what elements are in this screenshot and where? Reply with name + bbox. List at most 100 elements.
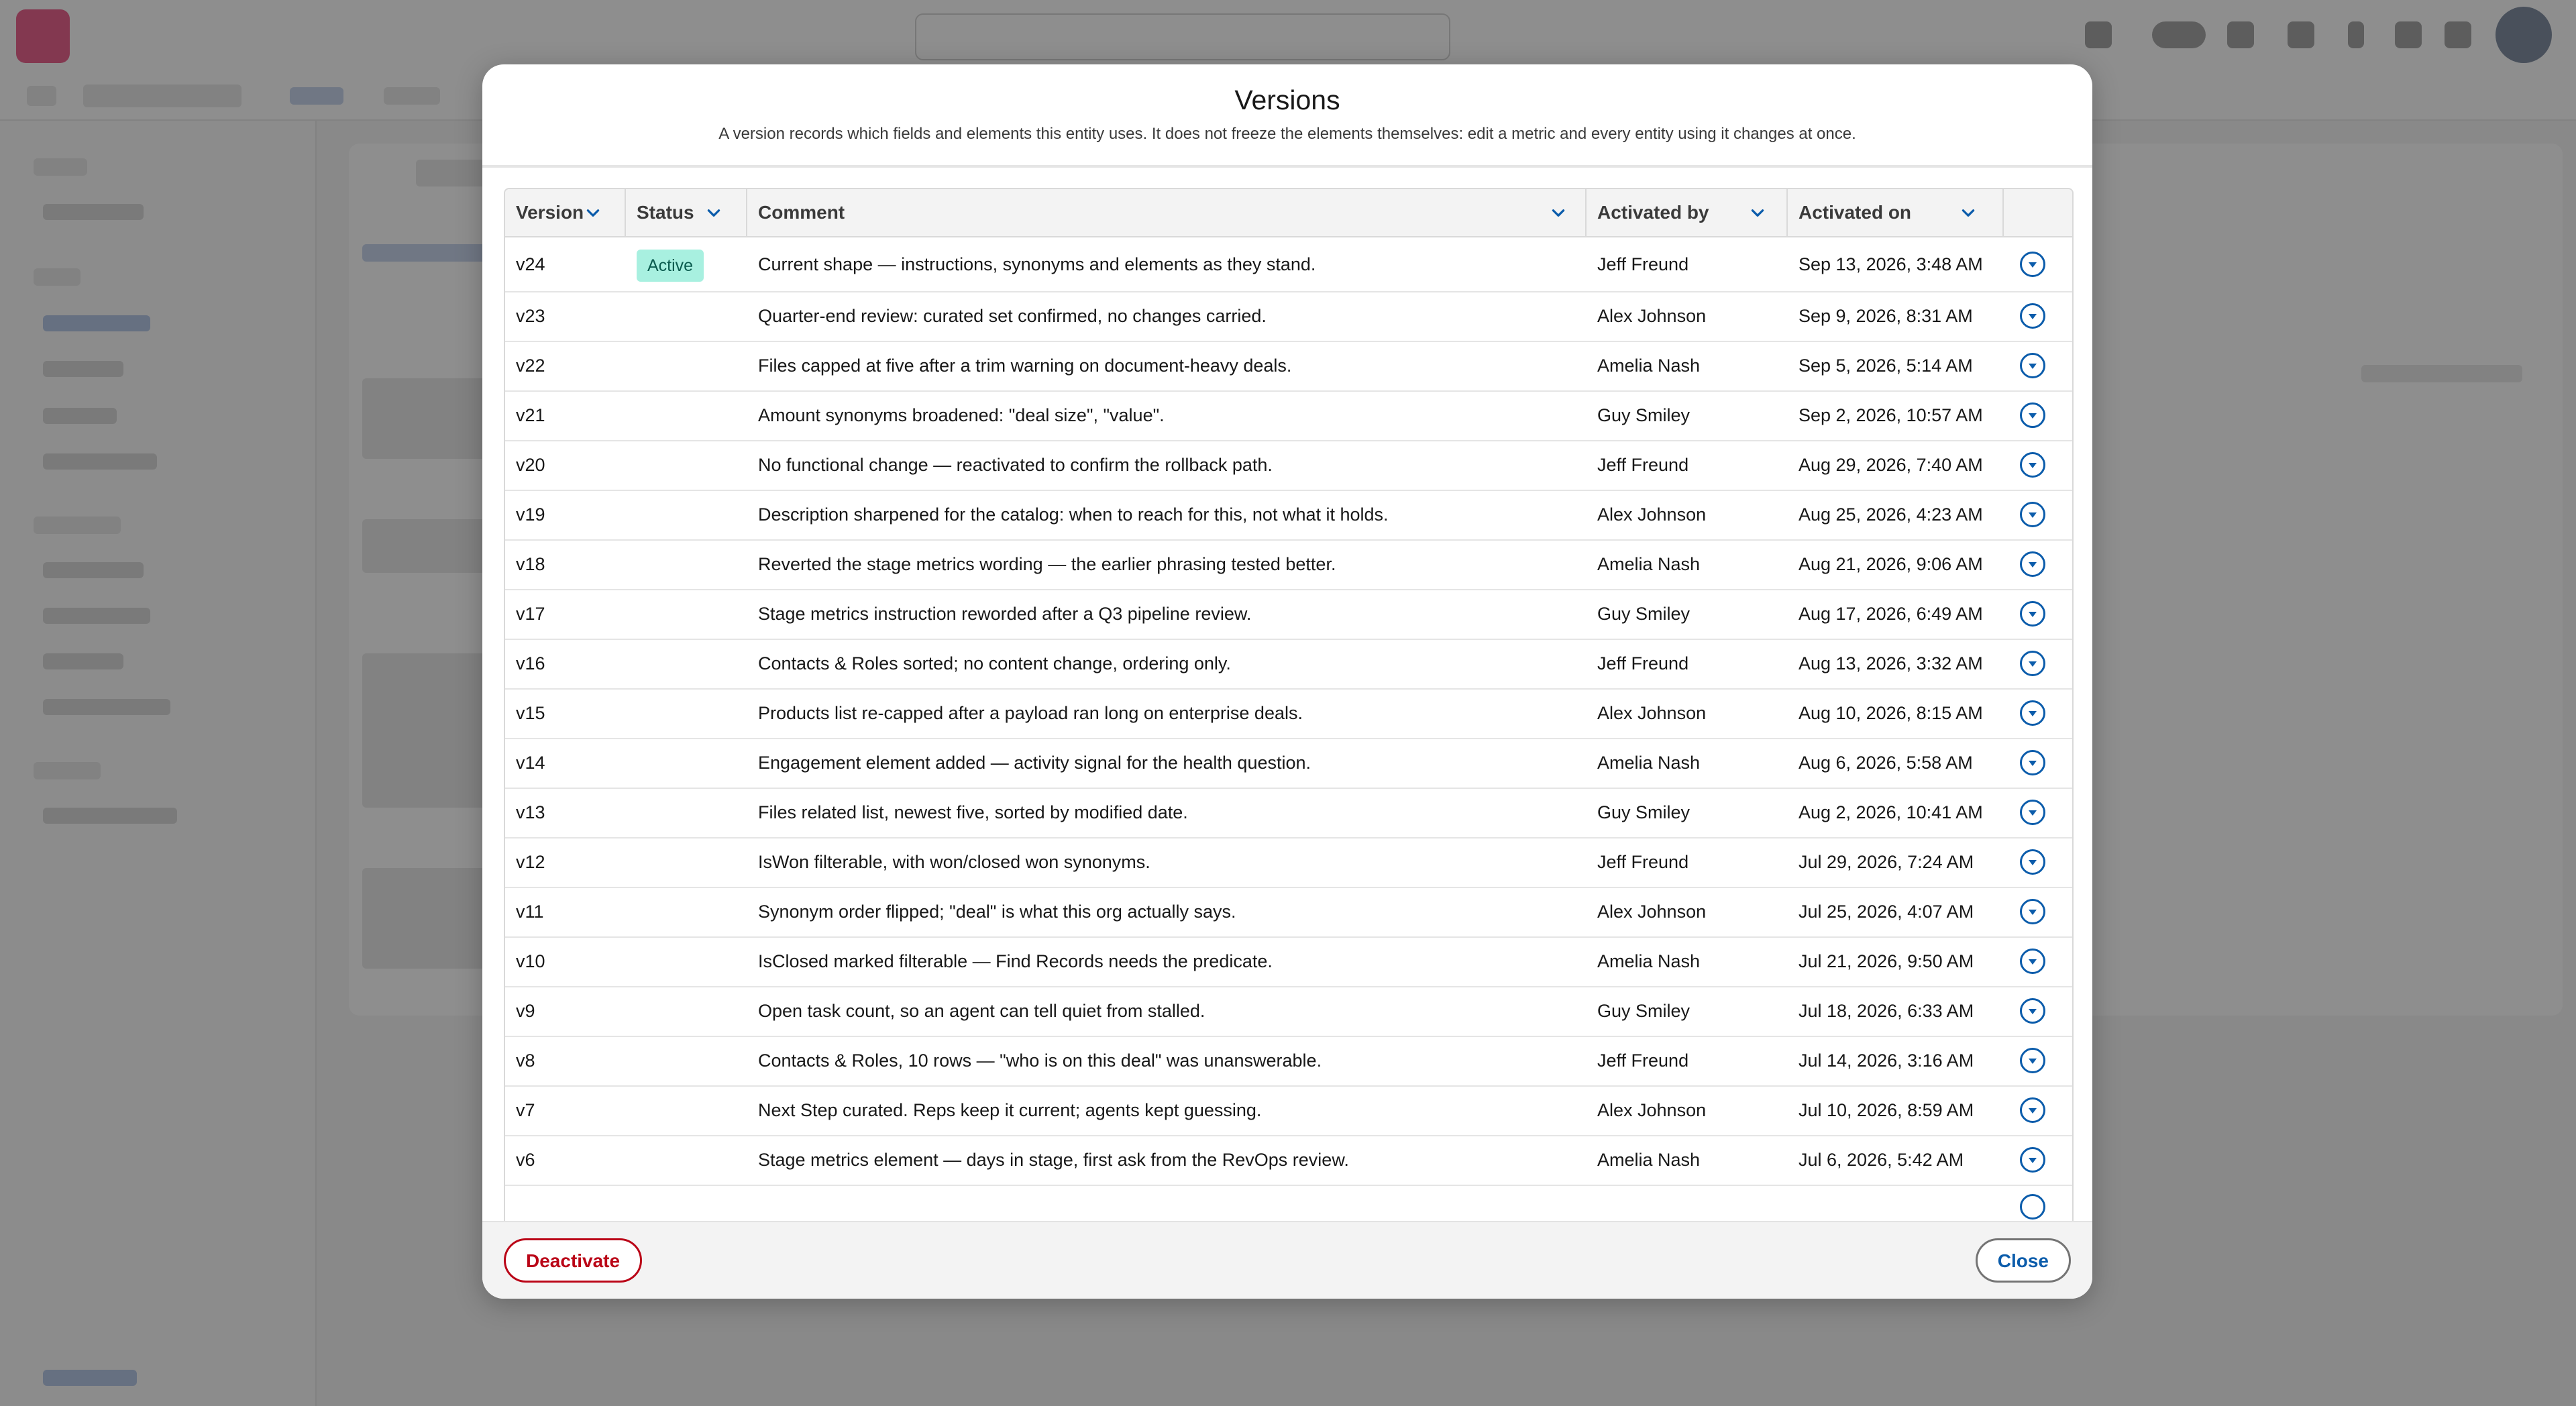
table-row: v19 Description sharpened for the catalog… <box>505 490 2072 541</box>
modal-footer: Deactivate Close <box>482 1221 2092 1299</box>
activated-by-cell: Guy Smiley <box>1597 802 1690 822</box>
activated-on-cell: Jul 10, 2026, 8:59 AM <box>1799 1100 1974 1120</box>
table-row: v18 Reverted the stage metrics wording — … <box>505 539 2072 590</box>
table-body: v24 Active Current shape — instructions, s… <box>505 237 2072 1262</box>
row-actions-button[interactable] <box>2020 700 2045 726</box>
activated-on-cell: Aug 10, 2026, 8:15 AM <box>1799 703 1983 723</box>
activated-on-cell: Sep 9, 2026, 8:31 AM <box>1799 306 1973 326</box>
activated-by-cell: Alex Johnson <box>1597 504 1707 525</box>
status-badge: Active <box>637 249 704 282</box>
comment-cell: Stage metrics instruction reworded after… <box>758 604 1252 624</box>
version-cell: v8 <box>516 1050 535 1071</box>
comment-cell: Reverted the stage metrics wording — the… <box>758 554 1336 574</box>
row-actions-button[interactable] <box>2020 551 2045 577</box>
activated-on-cell: Sep 2, 2026, 10:57 AM <box>1799 405 1983 425</box>
row-actions-dropdown-icon <box>2029 1108 2037 1114</box>
status-cell <box>637 390 751 440</box>
row-actions-cell <box>2013 490 2056 539</box>
modal-header: Versions A version records which fields … <box>482 64 2092 168</box>
chevron-down-icon[interactable] <box>584 204 602 221</box>
comment-cell: Engagement element added — activity sign… <box>758 753 1311 773</box>
row-actions-button[interactable] <box>2020 252 2045 277</box>
table-row: v15 Products list re-capped after a paylo… <box>505 688 2072 739</box>
column-header-label: Status <box>637 202 694 223</box>
row-actions-cell <box>2013 639 2056 688</box>
activated-on-cell: Sep 13, 2026, 3:48 AM <box>1799 254 1983 274</box>
status-cell <box>637 1085 751 1135</box>
activated-by-cell: Alex Johnson <box>1597 306 1707 326</box>
version-cell: v13 <box>516 802 545 822</box>
row-actions-dropdown-icon <box>2029 314 2037 319</box>
row-actions-button[interactable] <box>2020 1194 2045 1220</box>
comment-cell: Open task count, so an agent can tell qu… <box>758 1001 1205 1021</box>
row-actions-button[interactable] <box>2020 849 2045 875</box>
version-cell: v20 <box>516 455 545 475</box>
row-actions-button[interactable] <box>2020 1147 2045 1173</box>
row-actions-button[interactable] <box>2020 899 2045 924</box>
activated-on-cell: Jul 29, 2026, 7:24 AM <box>1799 852 1974 872</box>
row-actions-cell <box>2013 788 2056 837</box>
row-actions-button[interactable] <box>2020 651 2045 676</box>
comment-cell: Contacts & Roles, 10 rows — "who is on t… <box>758 1050 1322 1071</box>
status-cell <box>637 1135 751 1185</box>
row-actions-cell <box>2013 291 2056 341</box>
row-actions-button[interactable] <box>2020 800 2045 825</box>
deactivate-button[interactable]: Deactivate <box>504 1238 643 1283</box>
row-actions-dropdown-icon <box>2029 810 2037 816</box>
column-header-activated-by[interactable]: Activated by <box>1587 189 1788 236</box>
status-cell <box>637 341 751 390</box>
activated-by-cell: Amelia Nash <box>1597 1150 1701 1170</box>
activated-on-cell: Aug 2, 2026, 10:41 AM <box>1799 802 1983 822</box>
version-cell: v19 <box>516 504 545 525</box>
activated-by-cell: Amelia Nash <box>1597 951 1701 971</box>
close-button[interactable]: Close <box>1975 1238 2071 1283</box>
version-cell: v24 <box>516 254 545 274</box>
status-cell <box>637 738 751 788</box>
version-cell: v23 <box>516 306 545 326</box>
column-header-comment[interactable]: Comment <box>747 189 1587 236</box>
table-row: v8 Contacts & Roles, 10 rows — "who is on… <box>505 1036 2072 1087</box>
table-row: v9 Open task count, so an agent can tell … <box>505 986 2072 1037</box>
row-actions-button[interactable] <box>2020 1097 2045 1123</box>
row-actions-button[interactable] <box>2020 452 2045 478</box>
chevron-down-icon[interactable] <box>1960 204 1977 221</box>
activated-by-cell: Jeff Freund <box>1597 653 1689 673</box>
comment-cell: Files capped at five after a trim warnin… <box>758 356 1292 376</box>
row-actions-button[interactable] <box>2020 402 2045 428</box>
table-row: v24 Active Current shape — instructions, s… <box>505 237 2072 292</box>
row-actions-dropdown-icon <box>2029 860 2037 865</box>
activated-on-cell: Aug 29, 2026, 7:40 AM <box>1799 455 1983 475</box>
column-header-version[interactable]: Version <box>505 189 626 236</box>
chevron-down-icon[interactable] <box>1550 204 1567 221</box>
status-cell <box>637 788 751 837</box>
comment-cell: No functional change — reactivated to co… <box>758 455 1273 475</box>
row-actions-button[interactable] <box>2020 502 2045 527</box>
row-actions-dropdown-icon <box>2029 910 2037 915</box>
activated-by-cell: Amelia Nash <box>1597 753 1701 773</box>
row-actions-dropdown-icon <box>2029 1158 2037 1163</box>
row-actions-dropdown-icon <box>2029 1059 2037 1064</box>
row-actions-cell <box>2013 1135 2056 1185</box>
row-actions-button[interactable] <box>2020 353 2045 378</box>
status-cell <box>637 639 751 688</box>
chevron-down-icon[interactable] <box>1749 204 1766 221</box>
row-actions-button[interactable] <box>2020 750 2045 775</box>
comment-cell: Next Step curated. Reps keep it current;… <box>758 1100 1262 1120</box>
row-actions-cell <box>2013 837 2056 887</box>
row-actions-button[interactable] <box>2020 1048 2045 1073</box>
row-actions-dropdown-icon <box>2029 364 2037 369</box>
row-actions-button[interactable] <box>2020 601 2045 627</box>
table-row: v6 Stage metrics element — days in stage,… <box>505 1135 2072 1186</box>
column-header-status[interactable]: Status <box>626 189 747 236</box>
row-actions-dropdown-icon <box>2029 512 2037 518</box>
row-actions-button[interactable] <box>2020 303 2045 329</box>
version-cell: v9 <box>516 1001 535 1021</box>
version-cell: v6 <box>516 1150 535 1170</box>
column-header-activated-on[interactable]: Activated on <box>1788 189 2004 236</box>
status-cell <box>637 986 751 1036</box>
activated-by-cell: Alex Johnson <box>1597 902 1707 922</box>
row-actions-button[interactable] <box>2020 949 2045 974</box>
chevron-down-icon[interactable] <box>705 204 722 221</box>
table-row: v21 Amount synonyms broadened: "deal size… <box>505 390 2072 441</box>
row-actions-button[interactable] <box>2020 998 2045 1024</box>
